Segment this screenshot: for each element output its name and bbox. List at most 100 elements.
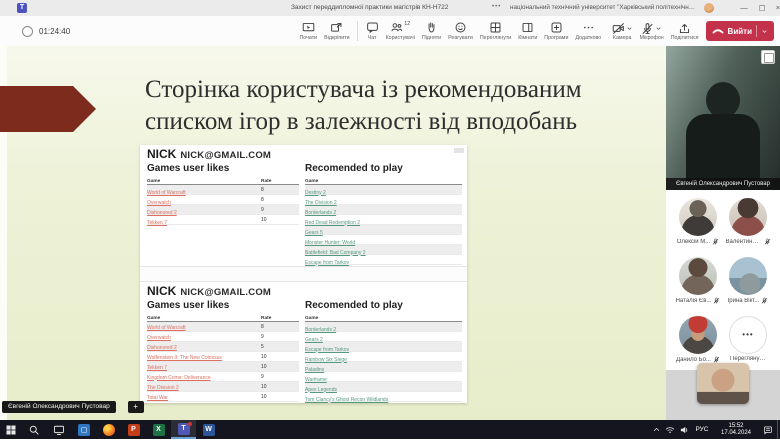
rate-value: 9 [261,207,299,213]
close-button[interactable]: × [770,0,780,16]
network-status[interactable] [663,420,677,439]
meeting-toolbar: 01:24:40 Почати Відкріпити Чат 12 Корист… [0,16,780,47]
likes-table-body: World of Warcraft 8 Overwatch 9 Dishonor… [147,322,299,402]
rate-value: 10 [261,364,299,370]
react-button[interactable]: Реагувати [445,17,477,45]
language-indicator[interactable]: РУС [691,420,713,439]
maximize-button[interactable]: ▢ [754,0,770,16]
leave-divider [756,25,757,37]
rate-value: 9 [261,374,299,380]
raised-hand-icon [425,21,438,34]
speaker-name-label: Євгеній Олександрович Пустовар [666,178,780,190]
view-button[interactable]: Переглянути [476,17,514,45]
chat-button[interactable]: Чат [362,17,382,45]
table-row: Tom Clancy's Ghost Recon Wildlands [305,392,462,402]
rate-value: 8 [261,187,299,193]
share-control[interactable]: Поділитися [671,22,699,41]
people-icon [390,21,403,34]
table-row: Escape from Tarkov [305,255,462,265]
present-button[interactable]: Почати [296,17,321,45]
apps-button[interactable]: Програми [541,17,572,45]
game-link[interactable]: Total War [147,395,168,401]
start-button[interactable] [0,420,21,439]
game-link[interactable]: Tekken 7 [147,220,167,226]
tray-expand-button[interactable] [649,420,663,439]
rate-value: 10 [261,217,299,223]
slide-title: Сторінка користувача із рекомендованим с… [145,74,620,138]
app-blue-icon[interactable] [71,420,96,439]
participant-tile[interactable]: Данило Бо... [673,316,723,370]
presenter-overlay: Євгеній Олександрович Пустовар + [2,401,144,413]
app-firefox-icon[interactable] [96,420,121,439]
wifi-icon [665,425,675,435]
popout-button[interactable]: Відкріпити [321,17,353,45]
raise-hand-button[interactable]: Підняти [418,17,444,45]
taskbar-tray: РУС 15:52 17.04.2024 [649,420,780,439]
self-view-video[interactable] [697,363,749,404]
app-word-icon[interactable]: W [196,420,221,439]
toolbar-divider [357,21,358,41]
layout-toggle-button[interactable] [761,50,775,64]
app-excel-icon[interactable]: X [146,420,171,439]
participant-avatar [679,198,717,236]
taskbar-search-button[interactable] [21,420,46,439]
window-titlebar: T Захист переддипломної практики магістр… [0,0,780,17]
task-view-button[interactable] [46,420,71,439]
minimize-button[interactable]: — [736,0,752,16]
volume-control[interactable] [677,420,691,439]
participants-button[interactable]: 12 Користувачі [382,17,418,45]
slide-title-line2: списком ігор в залежності від вподобань [145,106,620,138]
rate-value: 10 [261,354,299,360]
leave-chevron-icon[interactable] [761,28,768,35]
participant-tile[interactable]: Ірина Вікт... [723,257,773,311]
user-header: NICK NICK@GMAIL.COM [147,284,462,299]
windows-taskbar: P X T W РУС 15:52 17.04.2024 [0,420,780,439]
rooms-button[interactable]: Кімнати [515,17,541,45]
rate-value: 10 [261,384,299,390]
popout-icon [330,21,343,34]
recommended-table: Recomended to play Game Destiny 2 The Di… [305,162,462,265]
camera-chevron-icon[interactable] [626,25,633,32]
recommended-table-body: Destiny 2 The Division 2 Borderlands 2 R… [305,185,462,265]
likes-table: Games user likes Game Rate World of Warc… [147,162,299,265]
mic-off-icon [712,238,719,245]
taskbar-clock[interactable]: 15:52 17.04.2024 [713,420,759,439]
rooms-icon [521,21,534,34]
toolbar-device-controls: Камера Мікрофон Поділитися Вийти [612,17,774,45]
view-more-tile[interactable]: ••• Переглянути в... [723,316,773,370]
chevron-up-icon [652,425,661,434]
mic-chevron-icon[interactable] [655,25,662,32]
timer-ring-icon [22,26,33,37]
more-dots-icon: ••• [729,316,767,354]
recommended-table-body: Borderlands 2 Gears 2 Escape from Tarkov… [305,322,462,402]
app-powerpoint-icon[interactable]: P [121,420,146,439]
speaker-silhouette-head [706,82,740,118]
speaker-video-tile[interactable]: Євгеній Олександрович Пустовар [666,46,780,190]
action-center-button[interactable] [759,420,777,439]
game-link[interactable]: Escape from Tarkov [305,260,349,266]
zoom-in-button[interactable]: + [128,401,144,413]
user-avatar[interactable] [704,3,714,13]
game-link[interactable]: Tom Clancy's Ghost Recon Wildlands [305,397,388,403]
table-row: Tekken 7 10 [147,215,299,225]
notification-icon [763,425,773,435]
leave-button[interactable]: Вийти [706,21,774,41]
camera-control[interactable]: Камера [612,22,633,41]
speaker-icon [679,425,689,435]
mic-control[interactable]: Мікрофон [640,22,664,41]
more-button[interactable]: Додатково [572,17,605,45]
slide-title-line1: Сторінка користувача із рекомендованим [145,74,620,106]
participant-tile[interactable]: Валентина ... [723,198,773,252]
present-icon [302,21,315,34]
participant-tile[interactable]: Наталія Єв... [673,257,723,311]
mic-off-icon [713,356,720,363]
taskbar-left: P X T W [0,420,221,439]
user-email: NICK@GMAIL.COM [180,150,271,161]
titlebar-menu-dots[interactable]: ••• [492,0,501,16]
likes-table-body: World of Warcraft 8 Overwatch 8 Dishonor… [147,185,299,225]
ellipsis-icon [582,21,595,34]
participant-tile[interactable]: Олексій М... [673,198,723,252]
shared-screen-stage: Сторінка користувача із рекомендованим с… [0,46,666,420]
app-teams-icon[interactable]: T [171,420,196,439]
user-nick: NICK [147,147,176,161]
